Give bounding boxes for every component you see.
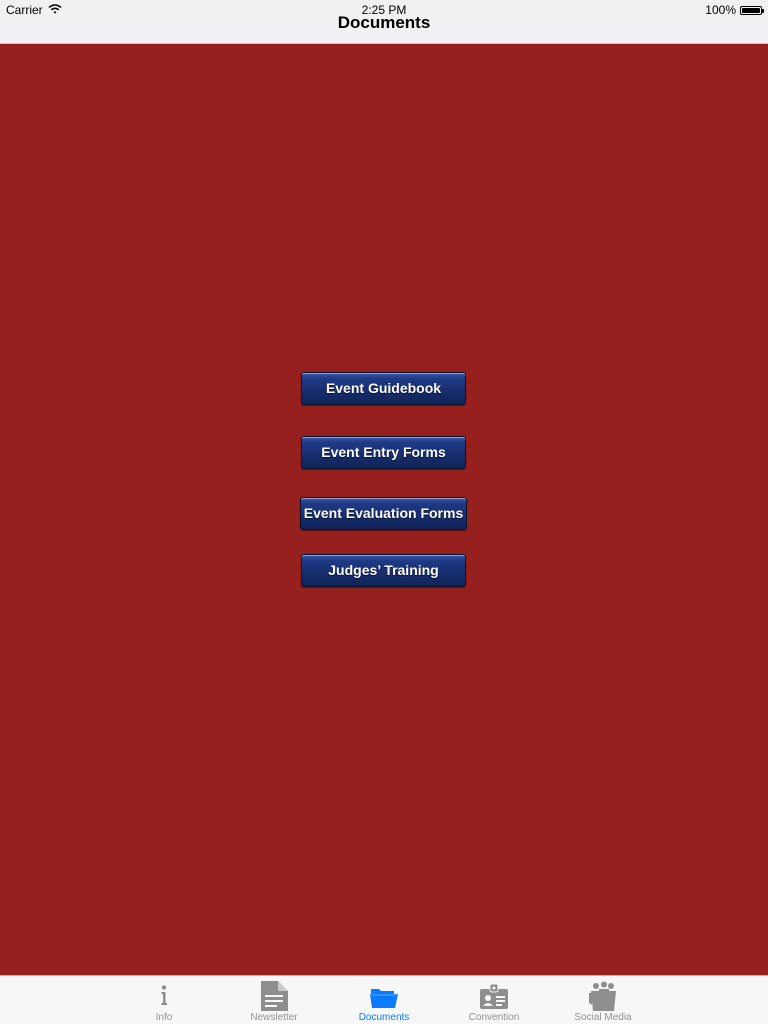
document-icon [258,981,290,1011]
info-icon [148,981,180,1011]
tab-documents-label: Documents [358,1012,410,1023]
event-entry-forms-button[interactable]: Event Entry Forms [301,436,466,469]
event-evaluation-forms-button[interactable]: Event Evaluation Forms [300,497,467,530]
tab-bar: Info Newsletter Documents Convention Soc… [0,975,768,1024]
folder-icon [368,981,400,1011]
tab-newsletter-label: Newsletter [250,1012,298,1023]
top-bar: Carrier 2:25 PM 100% Documents [0,0,768,44]
tab-social-media[interactable]: Social Media [553,976,653,1024]
documents-screen: Carrier 2:25 PM 100% Documents Event Gui… [0,0,768,1024]
id-badge-icon [478,981,510,1011]
tab-convention-label: Convention [468,1012,520,1023]
tab-info-label: Info [155,1012,173,1023]
tab-info[interactable]: Info [114,976,214,1024]
event-guidebook-button[interactable]: Event Guidebook [301,372,466,405]
tab-social-media-label: Social Media [574,1012,632,1023]
tab-documents[interactable]: Documents [334,976,434,1024]
judges-training-button[interactable]: Judges’ Training [301,554,466,587]
people-icon [587,981,619,1011]
page-title: Documents [337,13,431,32]
tab-newsletter[interactable]: Newsletter [224,976,324,1024]
tab-convention[interactable]: Convention [444,976,544,1024]
